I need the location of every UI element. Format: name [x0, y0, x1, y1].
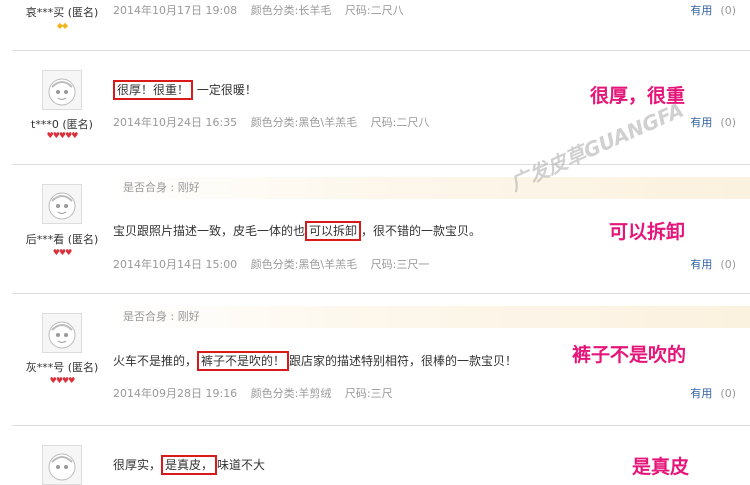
heart-gem-icon: ♥♥♥: [52, 248, 72, 257]
content-text: 跟店家的描述特别相符，很棒的一款宝贝！: [289, 354, 518, 368]
review-meta: 2014年10月14日 15:00 颜色分类:黑色\羊羔毛 尺码:三尺一: [113, 256, 439, 272]
highlight-box: 可以拆卸: [305, 221, 362, 241]
default-avatar-icon: [42, 445, 82, 485]
useful-count: (0): [720, 116, 736, 129]
heart-gem-icon: ◆◆: [56, 21, 68, 30]
useful-count: (0): [720, 4, 736, 17]
review-meta: 2014年10月17日 19:08 颜色分类:长羊毛 尺码:二尺八: [113, 2, 414, 18]
highlight-box: 很厚！很重！: [113, 80, 194, 100]
useful-button[interactable]: 有用: [690, 4, 712, 17]
heart-gem-icon: ♥♥♥♥: [49, 376, 76, 385]
reviewer-name: 灰***号 (匿名): [25, 361, 99, 374]
reviewer-name: 哀***买 (匿名): [25, 6, 99, 19]
size-label: 尺码:二尺八: [370, 116, 430, 129]
content-text: 火车不是推的，: [113, 354, 198, 368]
useful-count: (0): [720, 387, 736, 400]
review-item: t***0 (匿名) ♥♥♥♥♥ 很厚！很重！ 一定很暖！ 2014年10月24…: [12, 51, 750, 165]
reviewer-name: 后***看 (匿名): [25, 233, 99, 246]
review-date: 2014年10月17日 19:08: [113, 4, 238, 17]
useful-button[interactable]: 有用: [690, 116, 712, 129]
useful-vote: 有用 (0): [690, 114, 736, 130]
review-item: 很厚实， 是真皮， 味道不大 是真皮: [12, 426, 750, 485]
highlight-box: 裤子不是吹的！: [197, 351, 290, 371]
useful-button[interactable]: 有用: [690, 387, 712, 400]
reviewer-name: t***0 (匿名): [31, 118, 93, 131]
size-label: 尺码:二尺八: [344, 4, 404, 17]
useful-button[interactable]: 有用: [690, 258, 712, 271]
content-text: 一定很暖！: [196, 83, 257, 97]
review-meta: 2014年10月24日 16:35 颜色分类:黑色\羊羔毛 尺码:二尺八: [113, 114, 439, 130]
review-date: 2014年10月14日 15:00: [113, 258, 238, 271]
review-item: 是否合身 : 刚好 后***看 (匿名) ♥♥♥ 宝贝跟照片描述一致，皮毛一体的…: [12, 165, 750, 294]
content-text: ，很不错的一款宝贝。: [361, 224, 482, 238]
default-avatar-icon: [42, 70, 82, 110]
rank-gems: ♥♥♥♥: [12, 376, 112, 386]
color-category: 颜色分类:长羊毛: [250, 4, 332, 17]
content-text: 味道不大: [217, 458, 266, 472]
review-date: 2014年10月24日 16:35: [113, 116, 238, 129]
size-label: 尺码:三尺一: [370, 258, 430, 271]
size-label: 尺码:三尺: [344, 387, 393, 400]
highlight-box: 是真皮，: [161, 455, 218, 475]
review-item: 是否合身 : 刚好 灰***号 (匿名) ♥♥♥♥ 火车不是推的， 裤子不是吹的！…: [12, 294, 750, 426]
fit-info: 是否合身 : 刚好: [113, 177, 750, 199]
annotation-callout: 可以拆卸: [609, 221, 686, 243]
rank-gems: ♥♥♥: [12, 248, 112, 258]
useful-vote: 有用 (0): [690, 256, 736, 272]
heart-gem-icon: ♥♥♥♥♥: [46, 131, 79, 140]
color-category: 颜色分类:黑色\羊羔毛: [250, 258, 358, 271]
review-date: 2014年09月28日 19:16: [113, 387, 238, 400]
rank-gems: ♥♥♥♥♥: [12, 131, 112, 141]
content-text: 宝贝跟照片描述一致，皮毛一体的也: [113, 224, 306, 238]
review-item: 哀***买 (匿名) ◆◆ 2014年10月17日 19:08 颜色分类:长羊毛…: [12, 0, 750, 51]
annotation-callout: 是真皮: [632, 456, 690, 478]
review-content: 很厚实， 是真皮， 味道不大: [113, 455, 265, 475]
default-avatar-icon: [42, 184, 82, 224]
useful-vote: 有用 (0): [690, 2, 736, 18]
color-category: 颜色分类:黑色\羊羔毛: [250, 116, 358, 129]
color-category: 颜色分类:羊剪绒: [250, 387, 332, 400]
fit-info: 是否合身 : 刚好: [113, 306, 750, 328]
rank-gems: ◆◆: [12, 21, 112, 31]
review-content: 宝贝跟照片描述一致，皮毛一体的也 可以拆卸 ，很不错的一款宝贝。: [113, 221, 481, 241]
useful-count: (0): [720, 258, 736, 271]
review-content: 很厚！很重！ 一定很暖！: [113, 80, 257, 100]
default-avatar-icon: [42, 313, 82, 353]
content-text: 很厚实，: [113, 458, 162, 472]
review-meta: 2014年09月28日 19:16 颜色分类:羊剪绒 尺码:三尺: [113, 385, 403, 401]
useful-vote: 有用 (0): [690, 385, 736, 401]
annotation-callout: 裤子不是吹的: [572, 344, 687, 366]
review-content: 火车不是推的， 裤子不是吹的！ 跟店家的描述特别相符，很棒的一款宝贝！: [113, 351, 517, 371]
